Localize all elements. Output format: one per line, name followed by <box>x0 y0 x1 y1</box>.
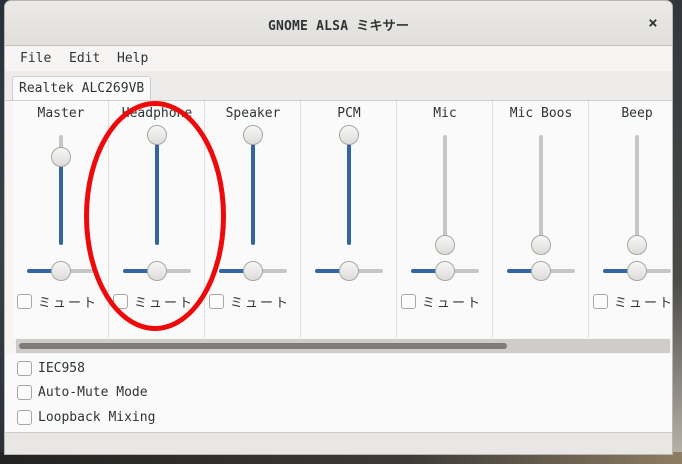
desktop-background-right <box>672 0 682 464</box>
balance-slider-handle[interactable] <box>243 261 263 281</box>
mute-checkbox[interactable] <box>593 294 608 309</box>
balance-slider-handle[interactable] <box>51 261 71 281</box>
volume-slider-handle[interactable] <box>243 125 263 145</box>
close-icon: × <box>648 13 658 32</box>
channel-mic-boos: Mic Boos <box>493 101 589 338</box>
close-button[interactable]: × <box>642 12 664 34</box>
mute-label: ミュート <box>422 296 483 311</box>
volume-level <box>155 135 159 245</box>
option-auto-mute-mode[interactable]: Auto-Mute Mode <box>17 385 148 405</box>
iec958-checkbox[interactable] <box>17 361 32 376</box>
volume-slider-handle[interactable] <box>531 235 551 255</box>
volume-slider-handle[interactable] <box>339 125 359 145</box>
option-label: IEC958 <box>38 361 85 376</box>
volume-slider-handle[interactable] <box>435 235 455 255</box>
channel-strip-area: Master ミュート Headphone ミュート Speaker ミュート PCM Mic… <box>13 101 672 338</box>
mute-label: ミュート <box>230 296 291 311</box>
menu-edit[interactable]: Edit <box>69 51 100 66</box>
balance-slider-handle[interactable] <box>147 261 167 281</box>
volume-level <box>251 135 255 245</box>
mute-checkbox[interactable] <box>209 294 224 309</box>
volume-slider-handle[interactable] <box>147 125 167 145</box>
mute-label: ミュート <box>134 296 195 311</box>
title-bar[interactable]: GNOME ALSA ミキサー × <box>5 1 672 46</box>
volume-slider-handle[interactable] <box>627 235 647 255</box>
mute-checkbox[interactable] <box>401 294 416 309</box>
mute-label: ミュート <box>38 296 99 311</box>
channel-pcm: PCM <box>301 101 397 338</box>
menu-file[interactable]: File <box>20 51 51 66</box>
mute-toggle[interactable]: ミュート <box>17 292 98 312</box>
mute-toggle[interactable]: ミュート <box>113 292 194 312</box>
channel-master: Master ミュート <box>13 101 109 338</box>
horizontal-scrollbar[interactable] <box>16 339 670 353</box>
window-title: GNOME ALSA ミキサー <box>267 19 410 34</box>
option-label: Auto-Mute Mode <box>38 385 148 400</box>
card-tab-strip: Realtek ALC269VB <box>5 71 672 101</box>
channel-label: Headphone <box>121 106 193 121</box>
option-iec958[interactable]: IEC958 <box>17 361 85 381</box>
mute-toggle[interactable]: ミュート <box>401 292 482 312</box>
balance-slider-handle[interactable] <box>339 261 359 281</box>
volume-slider-handle[interactable] <box>51 147 71 167</box>
volume-level <box>347 135 351 245</box>
volume-slider[interactable] <box>539 135 543 245</box>
mute-label: ミュート <box>614 296 672 311</box>
tab-realtek-alc269vb[interactable]: Realtek ALC269VB <box>12 76 152 100</box>
balance-slider-handle[interactable] <box>435 261 455 281</box>
channel-mic: Mic ミュート <box>397 101 493 338</box>
loopback-checkbox[interactable] <box>17 410 32 425</box>
mixer-window: GNOME ALSA ミキサー × File Edit Help Realtek… <box>4 0 673 455</box>
scrollbar-thumb[interactable] <box>19 343 507 349</box>
option-label: Loopback Mixing <box>38 410 156 425</box>
balance-slider-handle[interactable] <box>531 261 551 281</box>
volume-slider[interactable] <box>155 135 159 245</box>
channel-label: Mic <box>433 106 457 121</box>
balance-slider-handle[interactable] <box>627 261 647 281</box>
option-loopback-mixing[interactable]: Loopback Mixing <box>17 410 155 430</box>
volume-slider[interactable] <box>635 135 639 245</box>
mute-checkbox[interactable] <box>113 294 128 309</box>
mute-toggle[interactable]: ミュート <box>593 292 672 312</box>
auto-mute-checkbox[interactable] <box>17 385 32 400</box>
channel-label: PCM <box>337 106 361 121</box>
channel-label: Mic Boos <box>509 106 573 121</box>
mute-toggle[interactable]: ミュート <box>209 292 290 312</box>
channel-label: Speaker <box>225 106 281 121</box>
volume-slider[interactable] <box>347 135 351 245</box>
channel-label: Beep <box>621 106 653 121</box>
volume-slider[interactable] <box>251 135 255 245</box>
menu-bar: File Edit Help <box>5 46 672 71</box>
channel-label: Master <box>37 106 85 121</box>
channel-beep: Beep ミュート <box>589 101 672 338</box>
menu-help[interactable]: Help <box>117 51 148 66</box>
mute-checkbox[interactable] <box>17 294 32 309</box>
volume-level <box>59 157 63 245</box>
volume-slider[interactable] <box>443 135 447 245</box>
channel-speaker: Speaker ミュート <box>205 101 301 338</box>
switch-options: IEC958 Auto-Mute Mode Loopback Mixing <box>5 354 672 432</box>
channel-headphone: Headphone ミュート <box>109 101 205 338</box>
status-bar <box>5 432 672 454</box>
